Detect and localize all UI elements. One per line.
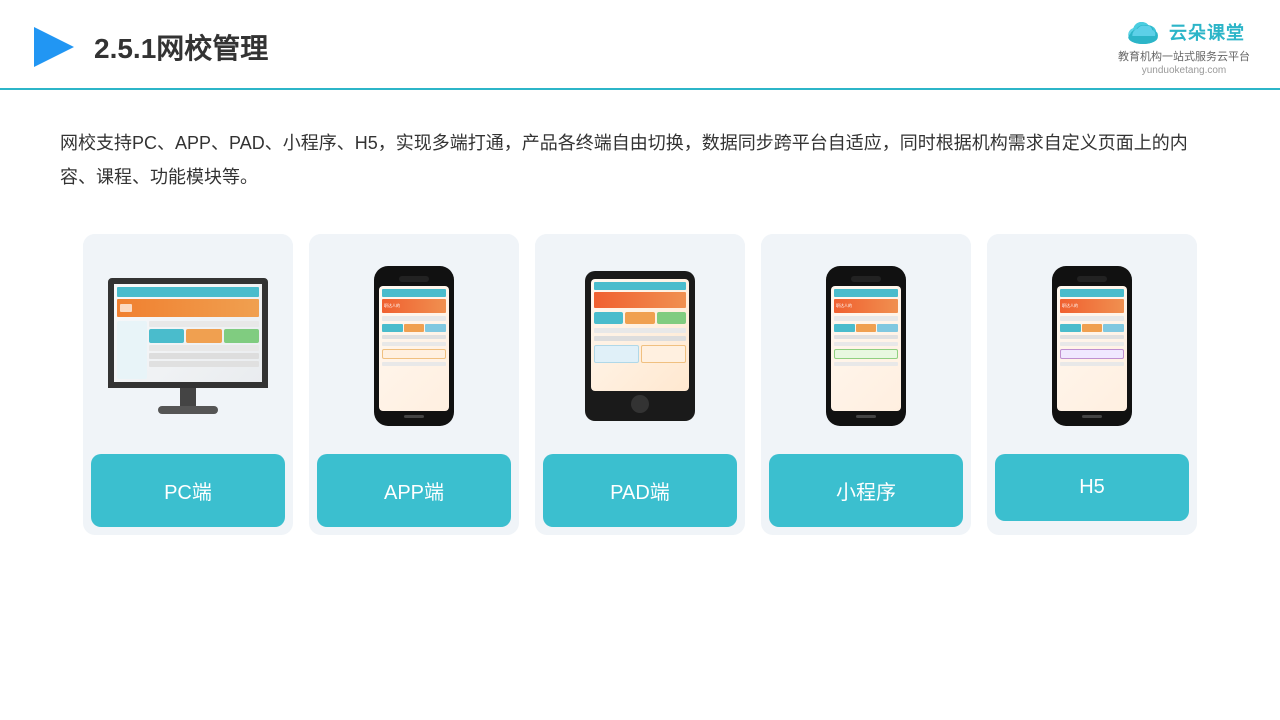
monitor-mockup (108, 278, 268, 414)
header-left: 2.5.1网校管理 (30, 23, 268, 71)
tablet-mockup (585, 271, 695, 421)
phone-mockup-mini: 职达人的 (826, 266, 906, 426)
card-label-miniprogram: 小程序 (769, 454, 963, 527)
page-title: 2.5.1网校管理 (94, 27, 268, 67)
phone-home-h5 (1082, 415, 1102, 418)
card-image-pc (83, 234, 293, 454)
card-app: 职达人的 A (309, 234, 519, 535)
logo-cloud: 云朵课堂 (1123, 18, 1245, 46)
phone-home (404, 415, 424, 418)
monitor-base (158, 406, 218, 414)
cloud-icon (1123, 18, 1163, 46)
monitor-screen (108, 278, 268, 388)
monitor-neck (180, 388, 196, 406)
card-h5: 职达人的 H (987, 234, 1197, 535)
phone-mockup-app: 职达人的 (374, 266, 454, 426)
tablet-home-btn (631, 395, 649, 413)
card-label-pc: PC端 (91, 454, 285, 527)
card-label-h5: H5 (995, 454, 1189, 521)
phone-notch-h5 (1077, 276, 1107, 282)
phone-notch-mini (851, 276, 881, 282)
phone-screen-mini: 职达人的 (831, 286, 901, 411)
logo-url: yunduoketang.com (1142, 65, 1227, 76)
card-label-app: APP端 (317, 454, 511, 527)
description-text: 网校支持PC、APP、PAD、小程序、H5，实现多端打通，产品各终端自由切换，数… (0, 90, 1280, 214)
phone-notch (399, 276, 429, 282)
logo-area: 云朵课堂 教育机构一站式服务云平台 yunduoketang.com (1118, 18, 1250, 76)
header: 2.5.1网校管理 云朵课堂 教育机构一站式服务云平台 yunduok (0, 0, 1280, 90)
cards-container: PC端 职达人的 (0, 214, 1280, 565)
card-image-h5: 职达人的 (987, 234, 1197, 454)
tablet-screen (591, 279, 689, 391)
card-label-pad: PAD端 (543, 454, 737, 527)
phone-mockup-h5: 职达人的 (1052, 266, 1132, 426)
card-pad: PAD端 (535, 234, 745, 535)
phone-home-mini (856, 415, 876, 418)
card-pc: PC端 (83, 234, 293, 535)
card-image-pad (535, 234, 745, 454)
card-miniprogram: 职达人的 小 (761, 234, 971, 535)
phone-screen-app: 职达人的 (379, 286, 449, 411)
logo-text: 云朵课堂 (1169, 19, 1245, 45)
phone-screen-h5: 职达人的 (1057, 286, 1127, 411)
play-icon (30, 23, 78, 71)
card-image-miniprogram: 职达人的 (761, 234, 971, 454)
card-image-app: 职达人的 (309, 234, 519, 454)
logo-subtitle: 教育机构一站式服务云平台 (1118, 48, 1250, 64)
